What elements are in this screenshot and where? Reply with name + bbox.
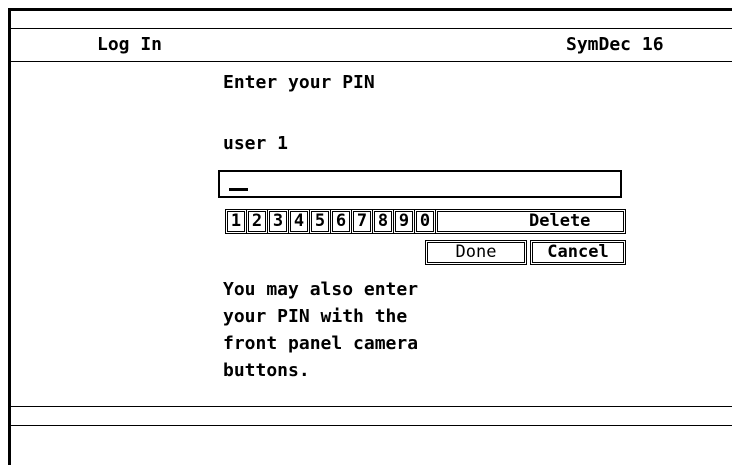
- key-2[interactable]: 2: [246, 209, 268, 234]
- help-line-3: front panel camera: [223, 333, 419, 354]
- key-8[interactable]: 8: [372, 209, 394, 234]
- pin-input[interactable]: [218, 170, 622, 198]
- key-9[interactable]: 9: [393, 209, 415, 234]
- header-bottom-divider: [11, 61, 732, 62]
- cancel-button[interactable]: Cancel: [530, 240, 626, 265]
- key-7[interactable]: 7: [351, 209, 373, 234]
- header-top-divider: [11, 28, 732, 29]
- delete-button[interactable]: Delete: [435, 209, 626, 234]
- key-5[interactable]: 5: [309, 209, 331, 234]
- pin-prompt: Enter your PIN: [223, 72, 375, 93]
- key-1[interactable]: 1: [225, 209, 247, 234]
- user-label: user 1: [223, 133, 289, 154]
- text-cursor: [229, 188, 248, 191]
- help-line-2: your PIN with the: [223, 306, 408, 327]
- help-line-1: You may also enter: [223, 279, 419, 300]
- page-title: Log In: [97, 34, 163, 55]
- key-6[interactable]: 6: [330, 209, 352, 234]
- key-4[interactable]: 4: [288, 209, 310, 234]
- login-screen: Log In SymDec 16 Enter your PIN user 1 1…: [0, 0, 732, 465]
- key-0[interactable]: 0: [414, 209, 436, 234]
- done-button[interactable]: Done: [425, 240, 527, 265]
- key-3[interactable]: 3: [267, 209, 289, 234]
- footer-bottom-divider: [11, 425, 732, 426]
- left-border: [8, 8, 11, 465]
- help-line-4: buttons.: [223, 360, 310, 381]
- footer-top-divider: [11, 406, 732, 407]
- device-name: SymDec 16: [566, 34, 664, 55]
- top-border: [8, 8, 732, 11]
